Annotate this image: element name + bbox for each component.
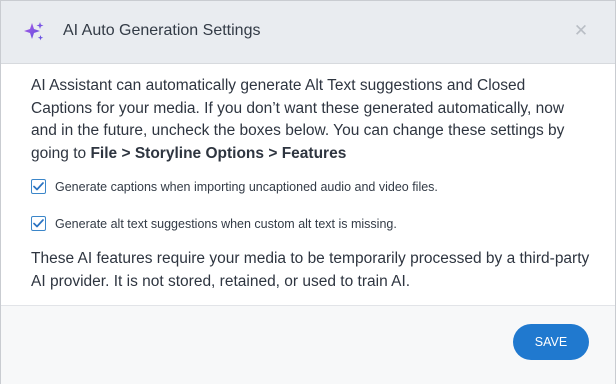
close-icon[interactable]: ✕ [571,21,591,41]
ai-settings-dialog: AI Auto Generation Settings ✕ AI Assista… [0,0,616,384]
save-button[interactable]: SAVE [513,324,589,360]
dialog-titlebar: AI Auto Generation Settings ✕ [1,1,615,64]
captions-checkbox[interactable] [31,179,46,194]
dialog-title: AI Auto Generation Settings [63,22,261,39]
option-captions[interactable]: Generate captions when importing uncapti… [31,179,438,194]
alt-text-checkbox[interactable] [31,216,46,231]
path-storyline-options: Storyline Options [134,144,265,162]
path-features: Features [281,144,347,162]
dialog-footer: SAVE [1,305,615,384]
captions-label[interactable]: Generate captions when importing uncapti… [55,180,438,194]
checkmark-icon [33,182,44,191]
privacy-note: These AI features require your media to … [31,250,590,290]
alt-text-label[interactable]: Generate alt text suggestions when custo… [55,217,397,231]
path-separator: > [117,144,135,162]
path-separator: > [264,144,282,162]
intro-text: AI Assistant can automatically generate … [31,75,586,165]
checkmark-icon [33,219,44,228]
path-file: File [90,144,118,162]
option-alt-text[interactable]: Generate alt text suggestions when custo… [31,216,397,231]
sparkle-icon [23,21,45,43]
